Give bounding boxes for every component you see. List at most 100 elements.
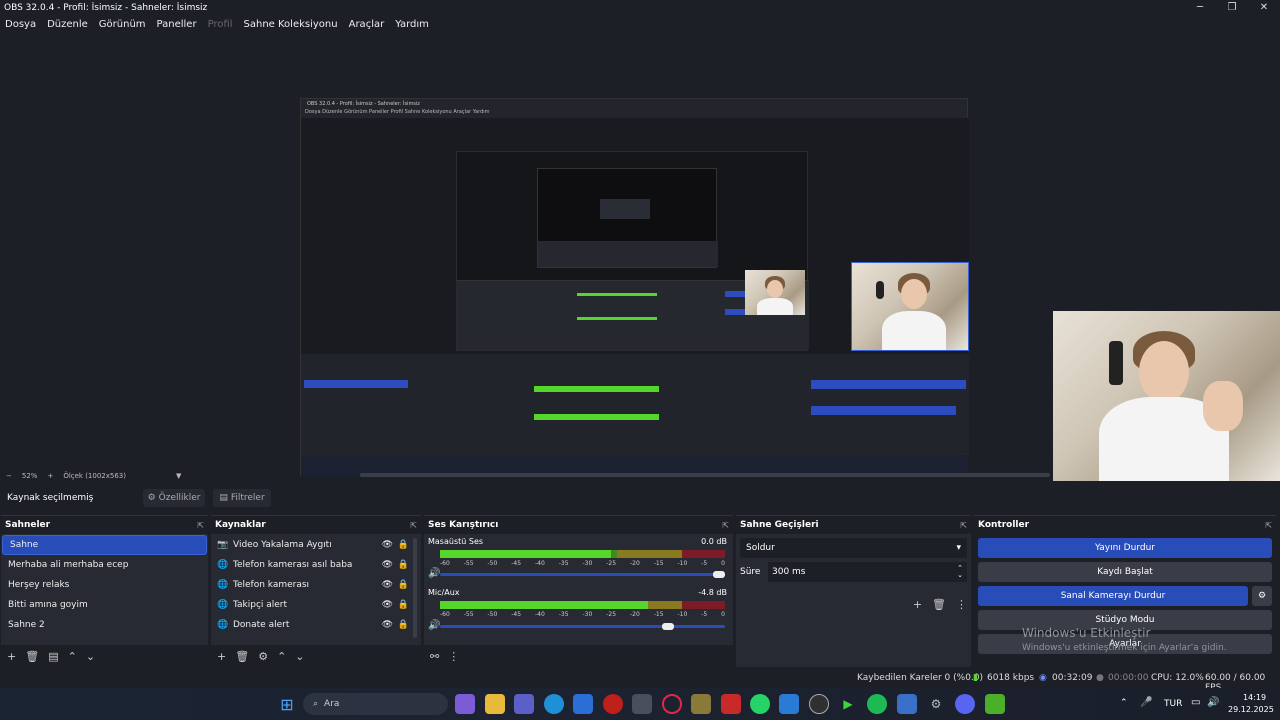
language-indicator[interactable]: TUR bbox=[1164, 699, 1182, 709]
menu-paneller[interactable]: Paneller bbox=[157, 19, 197, 30]
settings-gear-icon[interactable]: ⚙ bbox=[926, 694, 946, 714]
app-icon[interactable] bbox=[603, 694, 623, 714]
copilot-icon[interactable] bbox=[455, 694, 475, 714]
source-item[interactable]: 🌐 Telefon kamerası asıl baba 👁 🔒 bbox=[211, 555, 421, 575]
source-item[interactable]: 🌐 Telefon kamerası 👁 🔒 bbox=[211, 575, 421, 595]
stop-stream-button[interactable]: Yayını Durdur bbox=[978, 538, 1272, 558]
chevron-down-icon[interactable]: ▼ bbox=[176, 472, 181, 480]
chevron-up-icon[interactable]: ⌃ bbox=[1120, 698, 1128, 708]
restore-icon[interactable]: ❐ bbox=[1216, 0, 1248, 15]
whatsapp-icon[interactable] bbox=[750, 694, 770, 714]
properties-button[interactable]: ⚙ Özellikler bbox=[143, 489, 205, 507]
app-icon[interactable] bbox=[985, 694, 1005, 714]
source-item[interactable]: 🌐 Takipçi alert 👁 🔒 bbox=[211, 595, 421, 615]
arrow-down-icon[interactable]: ⌄ bbox=[86, 650, 95, 663]
volume-knob[interactable] bbox=[661, 623, 674, 630]
add-icon[interactable]: + bbox=[913, 598, 922, 611]
scene-item[interactable]: Herşey relaks bbox=[1, 575, 208, 595]
opera-icon[interactable] bbox=[662, 694, 682, 714]
minimize-icon[interactable]: ─ bbox=[1184, 0, 1216, 15]
menu-sahne-koleksiyonu[interactable]: Sahne Koleksiyonu bbox=[244, 19, 338, 30]
scene-item[interactable]: Sahne bbox=[2, 535, 207, 555]
scene-item[interactable]: Sahne 2 bbox=[1, 615, 208, 635]
lock-icon[interactable]: 🔒 bbox=[398, 560, 409, 570]
arrow-up-icon[interactable]: ⌃ bbox=[68, 650, 77, 663]
source-item[interactable]: 📷 Video Yakalama Aygıtı 👁 🔒 bbox=[211, 535, 421, 555]
store-icon[interactable] bbox=[632, 694, 652, 714]
close-icon[interactable]: ✕ bbox=[1248, 0, 1280, 15]
volume-slider-desktop[interactable] bbox=[440, 571, 725, 578]
discord-icon[interactable] bbox=[955, 694, 975, 714]
obs-icon[interactable] bbox=[809, 694, 829, 714]
more-icon[interactable]: ⋮ bbox=[448, 650, 459, 663]
trash-icon[interactable]: 🗑 bbox=[235, 650, 249, 663]
filters-button[interactable]: ▤ Filtreler bbox=[213, 489, 271, 507]
menu-dosya[interactable]: Dosya bbox=[5, 19, 36, 30]
filter-icon[interactable]: ▤ bbox=[48, 650, 58, 663]
link-icon[interactable]: ⚯ bbox=[430, 650, 439, 663]
gear-icon[interactable]: ⚙ bbox=[258, 650, 268, 663]
edge-icon[interactable] bbox=[544, 694, 564, 714]
speaker-icon[interactable]: 🔊 bbox=[1207, 697, 1219, 708]
minecraft-icon[interactable] bbox=[691, 694, 711, 714]
menu-duzenle[interactable]: Düzenle bbox=[47, 19, 88, 30]
play-icon[interactable]: ▶ bbox=[838, 694, 858, 714]
scene-item[interactable]: Merhaba ali merhaba ecep bbox=[1, 555, 208, 575]
stop-virtualcam-button[interactable]: Sanal Kamerayı Durdur bbox=[978, 586, 1248, 606]
zoom-in-button[interactable]: + bbox=[47, 472, 53, 480]
mic-icon[interactable]: 🎤 bbox=[1140, 697, 1152, 708]
gear-icon[interactable]: ⚙ bbox=[1252, 586, 1272, 606]
arrow-down-icon[interactable]: ⌄ bbox=[295, 650, 304, 663]
eye-icon[interactable]: 👁 bbox=[382, 580, 393, 590]
monitor-icon[interactable]: ▭ bbox=[1191, 697, 1200, 708]
app-icon[interactable] bbox=[779, 694, 799, 714]
menu-yardim[interactable]: Yardım bbox=[395, 19, 429, 30]
sources-list[interactable]: 📷 Video Yakalama Aygıtı 👁 🔒 🌐 Telefon kamera… bbox=[211, 534, 421, 645]
app-icon[interactable] bbox=[721, 694, 741, 714]
more-icon[interactable]: ⋮ bbox=[956, 598, 967, 611]
clock-time[interactable]: 14:19 bbox=[1243, 693, 1266, 702]
scale-mode-select[interactable]: Ölçek (1002x563) bbox=[63, 472, 126, 480]
eye-icon[interactable]: 👁 bbox=[382, 560, 393, 570]
trash-icon[interactable]: 🗑 bbox=[25, 650, 39, 663]
menu-gorunum[interactable]: Görünüm bbox=[99, 19, 146, 30]
zoom-out-button[interactable]: − bbox=[6, 472, 12, 480]
spin-icon[interactable]: ⌃ ⌄ bbox=[957, 565, 963, 579]
duration-spinbox[interactable]: 300 ms ⌃ ⌄ bbox=[768, 562, 967, 582]
lock-icon[interactable]: 🔒 bbox=[398, 580, 409, 590]
menu-araclar[interactable]: Araçlar bbox=[349, 19, 385, 30]
preview-horizontal-scrollbar[interactable] bbox=[360, 473, 1050, 477]
scene-item[interactable]: Bitti amına goyim bbox=[1, 595, 208, 615]
file-explorer-icon[interactable] bbox=[485, 694, 505, 714]
m365-icon[interactable] bbox=[573, 694, 593, 714]
undock-icon[interactable]: ⇱ bbox=[197, 521, 204, 530]
preview-canvas[interactable]: OBS 32.0.4 - Profil: İsimsiz - Sahneler:… bbox=[0, 34, 1280, 481]
transition-select[interactable]: Soldur ▾ bbox=[740, 538, 967, 558]
eye-icon[interactable]: 👁 bbox=[382, 620, 393, 630]
trash-icon[interactable]: 🗑 bbox=[932, 598, 946, 611]
clock-date[interactable]: 29.12.2025 bbox=[1228, 705, 1274, 714]
teams-icon[interactable] bbox=[514, 694, 534, 714]
undock-icon[interactable]: ⇱ bbox=[1265, 521, 1272, 530]
volume-knob[interactable] bbox=[713, 571, 725, 578]
eye-icon[interactable]: 👁 bbox=[382, 540, 393, 550]
volume-slider-mic[interactable] bbox=[440, 623, 725, 630]
undock-icon[interactable]: ⇱ bbox=[722, 521, 729, 530]
scenes-list[interactable]: Sahne Merhaba ali merhaba ecep Herşey re… bbox=[1, 534, 208, 645]
lock-icon[interactable]: 🔒 bbox=[398, 600, 409, 610]
speaker-icon[interactable]: 🔊 bbox=[428, 620, 440, 631]
add-icon[interactable]: + bbox=[217, 650, 226, 663]
lock-icon[interactable]: 🔒 bbox=[398, 620, 409, 630]
add-icon[interactable]: + bbox=[7, 650, 16, 663]
speaker-icon[interactable]: 🔊 bbox=[428, 568, 440, 579]
undock-icon[interactable]: ⇱ bbox=[960, 521, 967, 530]
windows-start-icon[interactable]: ⊞ bbox=[277, 694, 297, 714]
undock-icon[interactable]: ⇱ bbox=[410, 521, 417, 530]
source-item[interactable]: 🌐 Donate alert 👁 🔒 bbox=[211, 615, 421, 635]
app-icon[interactable] bbox=[897, 694, 917, 714]
eye-icon[interactable]: 👁 bbox=[382, 600, 393, 610]
sources-scrollbar[interactable] bbox=[413, 538, 417, 638]
spotify-icon[interactable] bbox=[867, 694, 887, 714]
arrow-up-icon[interactable]: ⌃ bbox=[277, 650, 286, 663]
start-record-button[interactable]: Kaydı Başlat bbox=[978, 562, 1272, 582]
